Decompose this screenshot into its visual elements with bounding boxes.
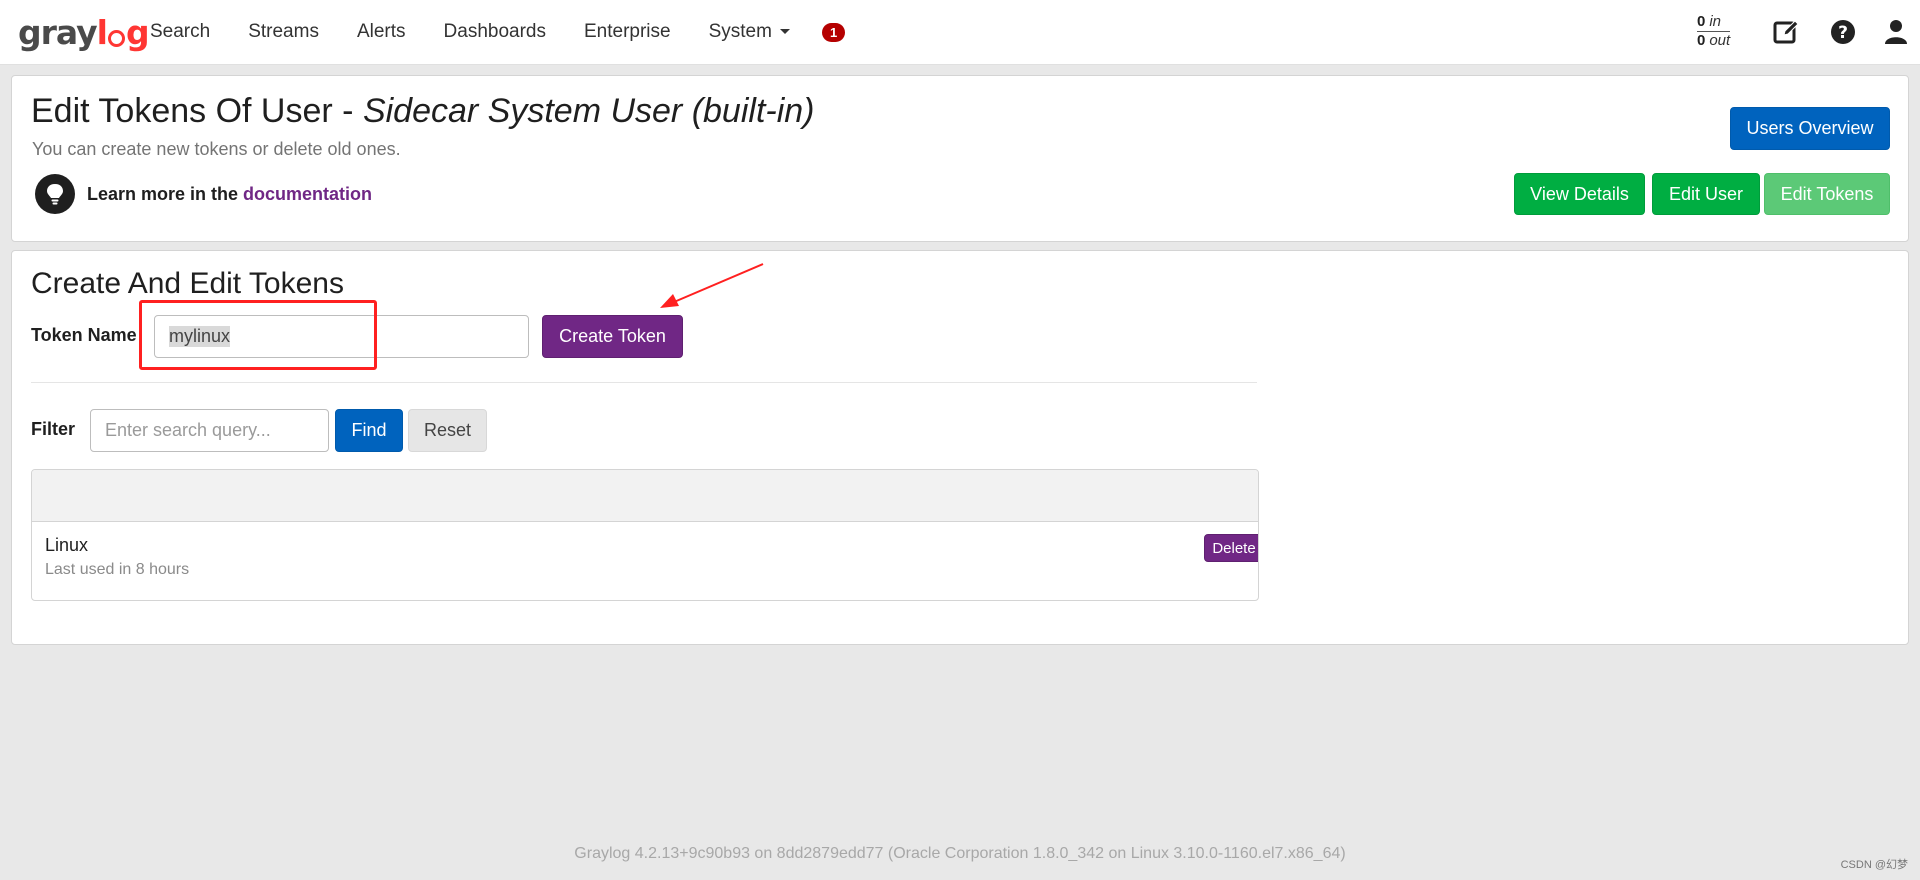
filter-label: Filter (31, 419, 76, 439)
documentation-hint: Learn more in the documentation (35, 174, 372, 214)
learn-more-text: Learn more in the documentation (87, 184, 372, 205)
find-button[interactable]: Find (335, 409, 403, 452)
view-details-button[interactable]: View Details (1514, 173, 1645, 215)
page-title-prefix: Edit Tokens Of User - (31, 92, 363, 130)
logo-text-gray: gray (18, 12, 98, 52)
nav-system-dropdown[interactable]: System (709, 21, 790, 43)
page-title: Edit Tokens Of User - Sidecar System Use… (31, 92, 815, 131)
throughput-out-label: out (1709, 32, 1731, 49)
nav-system-label: System (708, 21, 772, 42)
help-icon[interactable]: ? (1829, 18, 1857, 46)
throughput-out-value: 0 (1697, 32, 1706, 49)
page-header-panel: Edit Tokens Of User - Sidecar System Use… (11, 75, 1909, 242)
lightbulb-icon (35, 174, 75, 214)
filter-search-input[interactable]: Enter search query... (90, 409, 329, 452)
token-list: Linux Last used in 8 hours Delete (31, 469, 1259, 601)
throughput-out: 0 out (1697, 32, 1730, 50)
caret-down-icon (779, 29, 790, 35)
svg-text:?: ? (1838, 23, 1848, 43)
nav-enterprise[interactable]: Enterprise (584, 21, 671, 43)
annotation-highlight-box (139, 300, 377, 370)
documentation-link[interactable]: documentation (243, 184, 372, 204)
create-token-button[interactable]: Create Token (542, 315, 683, 358)
list-item: Linux Last used in 8 hours Delete (32, 522, 1258, 600)
logo-o-ring (107, 29, 125, 47)
token-last-used: Last used in 8 hours (45, 561, 190, 578)
throughput-in: 0 in (1697, 13, 1731, 32)
footer-version: Graylog 4.2.13+9c90b93 on 8dd2879edd77 (… (574, 845, 1346, 862)
nav-search[interactable]: Search (150, 21, 210, 43)
token-name-label: Token Name (31, 325, 137, 345)
token-list-header (32, 470, 1258, 522)
throughput-indicator[interactable]: 0 in 0 out (1697, 13, 1731, 50)
delete-token-button[interactable]: Delete (1204, 534, 1258, 562)
throughput-in-value: 0 (1697, 13, 1706, 30)
page-subtitle: You can create new tokens or delete old … (32, 139, 401, 159)
user-icon[interactable] (1882, 18, 1910, 46)
nav-alerts[interactable]: Alerts (357, 21, 406, 43)
section-divider (31, 382, 1257, 383)
throughput-in-label: in (1709, 13, 1722, 30)
token-name: Linux (45, 535, 89, 555)
edit-tokens-button[interactable]: Edit Tokens (1764, 173, 1890, 215)
main-nav: Search Streams Alerts Dashboards Enterpr… (150, 0, 846, 64)
reset-button[interactable]: Reset (408, 409, 487, 452)
edit-icon[interactable] (1772, 18, 1800, 46)
edit-user-button[interactable]: Edit User (1652, 173, 1760, 215)
annotation-arrow-icon (660, 263, 764, 308)
watermark: CSDN @幻梦 (1840, 859, 1908, 871)
page-title-user: Sidecar System User (built-in) (362, 92, 815, 130)
section-title: Create And Edit Tokens (31, 267, 344, 300)
logo-text-red: lg (96, 12, 150, 52)
graylog-logo[interactable]: gray lg (18, 12, 150, 52)
learn-more-prefix: Learn more in the (87, 183, 244, 204)
top-navbar: gray lg Search Streams Alerts Dashboards… (0, 0, 1920, 65)
nav-streams[interactable]: Streams (248, 21, 319, 43)
nav-dashboards[interactable]: Dashboards (444, 21, 546, 43)
users-overview-button[interactable]: Users Overview (1730, 107, 1890, 150)
notification-badge[interactable]: 1 (821, 22, 846, 42)
